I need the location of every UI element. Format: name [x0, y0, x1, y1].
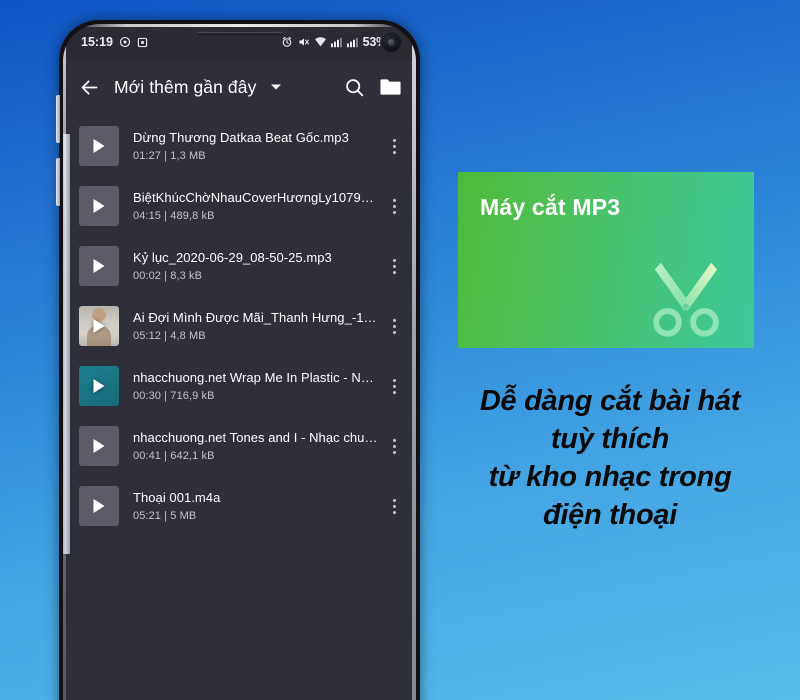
- list-item-text: Kỷ lục_2020-06-29_08-50-25.mp3 00:02 | 8,…: [119, 250, 380, 282]
- signal-icon-2: [346, 36, 359, 48]
- file-meta: 00:30 | 716,9 kB: [133, 390, 215, 402]
- volume-up-button[interactable]: [56, 95, 60, 143]
- status-bar: 15:19 53%: [63, 24, 416, 60]
- more-options-icon[interactable]: [380, 366, 408, 406]
- list-item[interactable]: Ai Đợi Mình Được Mãi_Thanh Hưng_-107954.…: [63, 296, 416, 356]
- scissors-icon: [653, 262, 719, 337]
- page-title: Mới thêm gần đây: [114, 76, 257, 97]
- signal-icon: [330, 36, 343, 48]
- play-icon: [93, 319, 105, 333]
- alarm-icon: [119, 36, 131, 48]
- list-item[interactable]: Dừng Thương Datkaa Beat Gốc.mp3 01:27 | 1…: [63, 116, 416, 176]
- caption-line: từ kho nhạc trong: [488, 461, 732, 493]
- file-name: Dừng Thương Datkaa Beat Gốc.mp3: [133, 130, 349, 145]
- file-name: nhacchuong.net Tones and I - Nhạc chuông…: [133, 430, 380, 445]
- file-list[interactable]: Dừng Thương Datkaa Beat Gốc.mp3 01:27 | 1…: [63, 114, 416, 700]
- file-thumbnail[interactable]: [79, 486, 119, 526]
- file-meta: 04:15 | 489,8 kB: [133, 210, 215, 222]
- status-bar-left: 15:19: [81, 35, 148, 49]
- search-icon[interactable]: [344, 77, 365, 98]
- list-item-text: Dừng Thương Datkaa Beat Gốc.mp3 01:27 | 1…: [119, 130, 380, 162]
- caption-line: Dễ dàng cắt bài hát: [479, 385, 741, 417]
- list-item-text: nhacchuong.net Wrap Me In Plastic - Nhạc…: [119, 370, 380, 402]
- more-options-icon[interactable]: [380, 246, 408, 286]
- play-icon: [93, 139, 105, 153]
- more-options-icon[interactable]: [380, 486, 408, 526]
- file-meta: 05:21 | 5 MB: [133, 510, 197, 522]
- status-bar-time: 15:19: [81, 35, 113, 49]
- list-item-text: Thoại 001.m4a 05:21 | 5 MB: [119, 490, 380, 522]
- list-item[interactable]: Kỷ lục_2020-06-29_08-50-25.mp3 00:02 | 8,…: [63, 236, 416, 296]
- file-thumbnail[interactable]: [79, 126, 119, 166]
- caption-line: tuỳ thích: [550, 423, 670, 455]
- list-item-text: nhacchuong.net Tones and I - Nhạc chuông…: [119, 430, 380, 462]
- file-name: nhacchuong.net Wrap Me In Plastic - Nhạc…: [133, 370, 380, 385]
- app-bar: Mới thêm gần đây: [63, 60, 416, 114]
- more-options-icon[interactable]: [380, 186, 408, 226]
- file-name: Ai Đợi Mình Được Mãi_Thanh Hưng_-107954.…: [133, 310, 380, 325]
- file-thumbnail[interactable]: [79, 366, 119, 406]
- more-options-icon[interactable]: [380, 126, 408, 166]
- earpiece-speaker: [196, 32, 283, 36]
- file-name: Thoại 001.m4a: [133, 490, 221, 505]
- file-name: Kỷ lục_2020-06-29_08-50-25.mp3: [133, 250, 332, 265]
- phone-mockup: 15:19 53% Mới thêm gần đây Dừng Thương D…: [59, 20, 420, 700]
- wifi-icon: [314, 36, 327, 48]
- list-item[interactable]: Thoại 001.m4a 05:21 | 5 MB: [63, 476, 416, 536]
- volume-down-button[interactable]: [56, 158, 60, 206]
- play-icon: [93, 259, 105, 273]
- list-item-text: BiệtKhúcChờNhauCoverHươngLy1079247887...…: [119, 190, 380, 222]
- phone-side-rail: [63, 134, 70, 554]
- back-arrow-icon[interactable]: [79, 77, 100, 98]
- file-thumbnail[interactable]: [79, 426, 119, 466]
- file-meta: 00:02 | 8,3 kB: [133, 270, 203, 282]
- promo-screenshot: 15:19 53% Mới thêm gần đây Dừng Thương D…: [0, 0, 800, 700]
- promo-caption: Dễ dàng cắt bài hát tuỳ thích từ kho nhạc …: [420, 382, 800, 534]
- screen-record-icon: [137, 37, 148, 48]
- file-thumbnail[interactable]: [79, 246, 119, 286]
- play-icon: [93, 379, 105, 393]
- promo-card-title: Máy cắt MP3: [480, 194, 621, 220]
- alarm-clock-icon: [281, 36, 293, 48]
- folder-icon[interactable]: [379, 77, 402, 97]
- play-icon: [93, 499, 105, 513]
- file-meta: 00:41 | 642,1 kB: [133, 450, 215, 462]
- promo-card: Máy cắt MP3: [458, 172, 754, 348]
- phone-screen: 15:19 53% Mới thêm gần đây Dừng Thương D…: [63, 24, 416, 700]
- list-item[interactable]: nhacchuong.net Tones and I - Nhạc chuông…: [63, 416, 416, 476]
- play-icon: [93, 199, 105, 213]
- file-meta: 01:27 | 1,3 MB: [133, 150, 206, 162]
- play-icon: [93, 439, 105, 453]
- mute-icon: [297, 36, 310, 48]
- file-name: BiệtKhúcChờNhauCoverHươngLy1079247887...: [133, 190, 380, 205]
- file-thumbnail[interactable]: [79, 186, 119, 226]
- list-item[interactable]: BiệtKhúcChờNhauCoverHươngLy1079247887...…: [63, 176, 416, 236]
- chevron-down-icon[interactable]: [270, 81, 282, 93]
- more-options-icon[interactable]: [380, 306, 408, 346]
- front-camera-punch-hole: [380, 31, 402, 53]
- file-meta: 05:12 | 4,8 MB: [133, 330, 206, 342]
- more-options-icon[interactable]: [380, 426, 408, 466]
- list-item-text: Ai Đợi Mình Được Mãi_Thanh Hưng_-107954.…: [119, 310, 380, 342]
- caption-line: điện thoại: [543, 499, 677, 531]
- list-item[interactable]: nhacchuong.net Wrap Me In Plastic - Nhạc…: [63, 356, 416, 416]
- file-thumbnail[interactable]: [79, 306, 119, 346]
